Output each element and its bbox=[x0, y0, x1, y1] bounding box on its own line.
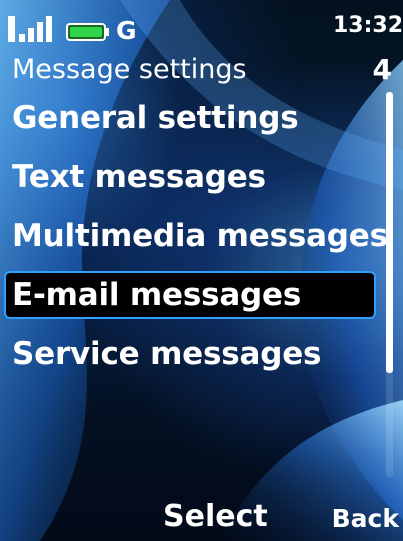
menu-list: General settings Text messages Multimedi… bbox=[0, 90, 403, 385]
page-title: Message settings bbox=[12, 54, 247, 85]
menu-item-service-messages[interactable]: Service messages bbox=[0, 326, 403, 382]
scrollbar-thumb[interactable] bbox=[386, 92, 393, 373]
phone-screen: G 13:32 Message settings 4 General setti… bbox=[0, 0, 403, 541]
menu-item-label: E-mail messages bbox=[12, 277, 302, 313]
signal-bars-icon bbox=[8, 16, 52, 42]
menu-item-label: Multimedia messages bbox=[12, 218, 388, 254]
signal-area: G bbox=[8, 14, 137, 46]
select-softkey[interactable]: Select bbox=[163, 497, 268, 537]
menu-item-text-messages[interactable]: Text messages bbox=[0, 149, 403, 205]
clock: 13:32 bbox=[332, 13, 403, 38]
menu-item-label: General settings bbox=[12, 100, 299, 136]
title-bar: Message settings 4 bbox=[12, 52, 392, 88]
status-bar: G 13:32 bbox=[0, 0, 403, 52]
battery-icon bbox=[66, 23, 109, 41]
back-softkey[interactable]: Back bbox=[332, 501, 399, 537]
network-type-label: G bbox=[116, 16, 137, 45]
softkey-bar: Select Back bbox=[0, 481, 403, 541]
menu-item-email-messages[interactable]: E-mail messages bbox=[4, 267, 376, 323]
page-indicator: 4 bbox=[372, 53, 392, 86]
scrollbar[interactable] bbox=[386, 92, 393, 477]
menu-item-label: Text messages bbox=[12, 159, 266, 195]
menu-item-label: Service messages bbox=[12, 336, 322, 372]
menu-item-general-settings[interactable]: General settings bbox=[0, 90, 403, 146]
menu-item-multimedia-messages[interactable]: Multimedia messages bbox=[0, 208, 403, 264]
